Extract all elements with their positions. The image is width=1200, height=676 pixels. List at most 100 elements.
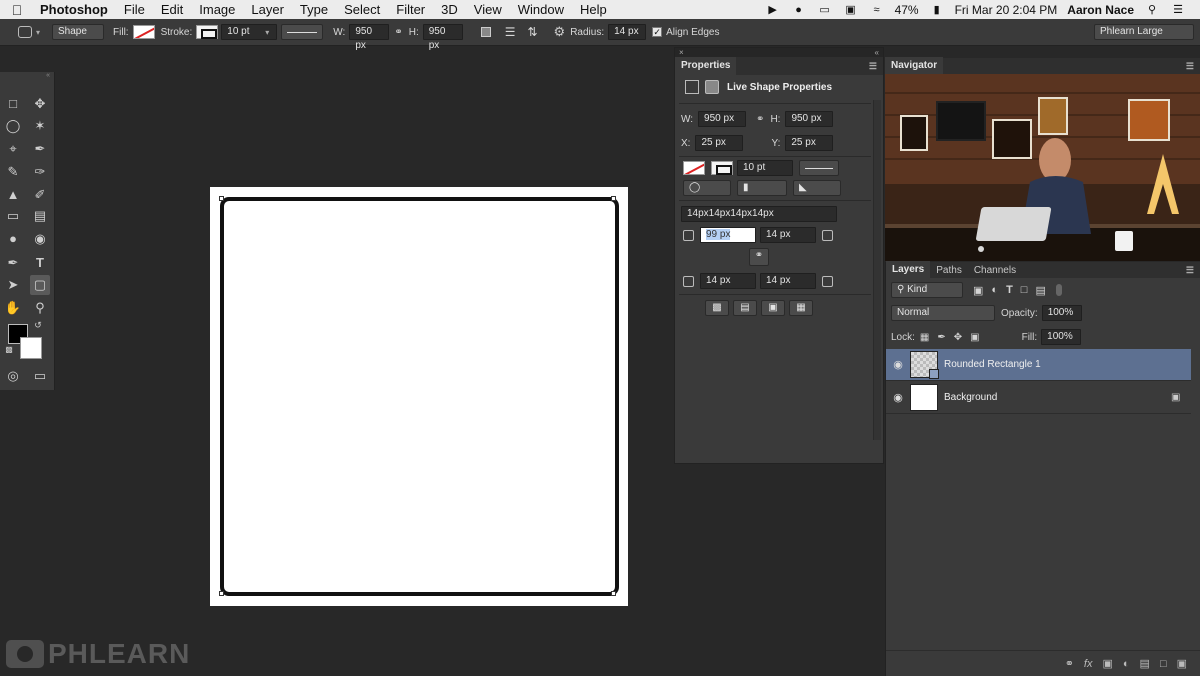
combine-shapes-icon[interactable]: ▩ [705, 300, 729, 316]
align-edges-checkbox[interactable]: ✓ [652, 27, 663, 37]
menu-filter[interactable]: Filter [388, 2, 433, 17]
shape-stroke-width-input[interactable]: 10 pt [737, 160, 793, 176]
filter-smart-object-icon[interactable]: ▤ [1035, 284, 1045, 297]
healing-brush-tool-icon[interactable]: ✎ [3, 162, 23, 182]
corner-radius-summary-input[interactable]: 14px14px14px14px [681, 206, 837, 222]
panel-menu-icon[interactable]: ☰ [869, 61, 883, 72]
default-colors-icon[interactable]: ▩ [3, 344, 15, 356]
lock-icon[interactable]: ▣ [1171, 392, 1191, 403]
battery-percent[interactable]: 47% [895, 3, 919, 17]
battery-icon[interactable]: ▮ [929, 4, 945, 16]
menu-layer[interactable]: Layer [243, 2, 292, 17]
eye-icon[interactable]: ◉ [886, 358, 910, 371]
history-brush-tool-icon[interactable]: ✐ [30, 185, 50, 205]
navigator-preview-image[interactable] [885, 74, 1200, 261]
rounded-rectangle-tool-icon[interactable] [18, 26, 32, 38]
menu-window[interactable]: Window [510, 2, 572, 17]
screen-mode-icon[interactable]: ▭ [30, 366, 50, 386]
menu-select[interactable]: Select [336, 2, 388, 17]
path-operations-icon[interactable] [480, 27, 491, 37]
menu-type[interactable]: Type [292, 2, 336, 17]
stroke-caps-select[interactable]: ▮ [737, 180, 787, 196]
exclude-shapes-icon[interactable]: ▦ [789, 300, 813, 316]
intersect-shapes-icon[interactable]: ▣ [761, 300, 785, 316]
eye-icon[interactable]: ◉ [886, 391, 910, 404]
tab-channels[interactable]: Channels [968, 265, 1022, 276]
delete-layer-icon[interactable]: ▣ [1177, 657, 1187, 670]
clone-stamp-tool-icon[interactable]: ▲ [3, 185, 23, 205]
layer-row-rounded-rectangle[interactable]: ◉ Rounded Rectangle 1 [886, 349, 1191, 381]
tab-properties[interactable]: Properties [675, 57, 737, 75]
anchor-point-bottom-left[interactable] [219, 591, 224, 596]
menu-app-photoshop[interactable]: Photoshop [34, 2, 116, 17]
rounded-rectangle-shape-tool-icon[interactable]: ▢ [30, 275, 50, 295]
notification-center-icon[interactable]: ☰ [1170, 4, 1186, 16]
mask-icon[interactable] [705, 80, 719, 94]
layer-filter-select[interactable]: ⚲ Kind [891, 282, 963, 298]
shape-height-input[interactable]: 950 px [785, 111, 834, 127]
marquee-tool-icon[interactable]: □ [3, 94, 23, 114]
wifi-icon[interactable]: ≈ [869, 4, 885, 16]
creative-cloud-icon[interactable]: ● [791, 4, 807, 16]
opacity-input[interactable]: 100% [1041, 305, 1082, 321]
apple-icon[interactable]:  [0, 2, 34, 18]
background-color-swatch[interactable] [20, 337, 42, 359]
tool-preset-dropdown-icon[interactable]: ▾ [36, 28, 40, 37]
tools-collapse-icon[interactable]: « [0, 72, 54, 82]
menu-image[interactable]: Image [191, 2, 243, 17]
lasso-tool-icon[interactable]: ◯ [3, 116, 23, 136]
layer-style-icon[interactable]: fx [1084, 658, 1093, 670]
filter-type-icon[interactable]: T [1006, 284, 1013, 296]
anchor-point-top-left[interactable] [219, 196, 224, 201]
link-size-icon[interactable]: ⚭ [756, 114, 764, 125]
shape-fill-swatch[interactable] [683, 161, 705, 175]
stroke-swatch[interactable] [196, 25, 219, 39]
magic-wand-tool-icon[interactable]: ✶ [30, 116, 50, 136]
menu-file[interactable]: File [116, 2, 153, 17]
eraser-tool-icon[interactable]: ▭ [3, 206, 23, 226]
link-layers-icon[interactable]: ⚭ [1065, 657, 1074, 670]
shape-y-input[interactable]: 25 px [785, 135, 834, 151]
path-selection-tool-icon[interactable]: ➤ [3, 275, 23, 295]
fill-input[interactable]: 100% [1041, 329, 1082, 345]
filter-adjustment-icon[interactable]: ◐ [991, 284, 998, 296]
stroke-corners-select[interactable]: ◣ [793, 180, 841, 196]
clock[interactable]: Fri Mar 20 2:04 PM [955, 3, 1058, 17]
menu-help[interactable]: Help [572, 2, 615, 17]
lock-position-icon[interactable]: ✥ [954, 332, 962, 343]
blur-tool-icon[interactable]: ● [3, 229, 23, 249]
shape-width-input[interactable]: 950 px [698, 111, 747, 127]
stroke-type-select[interactable] [281, 24, 324, 40]
new-group-icon[interactable]: ▤ [1140, 657, 1150, 670]
quick-mask-icon[interactable]: ◎ [3, 366, 23, 386]
fill-swatch[interactable] [132, 25, 155, 39]
gradient-tool-icon[interactable]: ▤ [30, 206, 50, 226]
hand-tool-icon[interactable]: ✋ [3, 298, 23, 318]
lock-pixels-icon[interactable]: ✒ [937, 332, 945, 343]
anchor-point-bottom-right[interactable] [611, 591, 616, 596]
shape-x-input[interactable]: 25 px [695, 135, 744, 151]
link-corners-icon[interactable]: ⚭ [749, 248, 769, 266]
new-layer-icon[interactable]: □ [1160, 658, 1167, 670]
collapse-panel-icon[interactable]: « [875, 48, 883, 57]
path-arrangement-icon[interactable]: ⇅ [527, 25, 537, 39]
rounded-rectangle-shape[interactable] [220, 197, 619, 596]
shape-transform-icon[interactable] [685, 80, 699, 94]
anchor-point-top-right[interactable] [611, 196, 616, 201]
swap-colors-icon[interactable]: ↺ [32, 319, 44, 331]
type-tool-icon[interactable]: T [30, 253, 50, 273]
width-input[interactable]: 950 px [349, 24, 390, 51]
move-tool-icon[interactable]: ✥ [30, 94, 50, 114]
spotlight-search-icon[interactable]: ⚲ [1144, 4, 1160, 16]
screen-mirror-icon[interactable]: ▣ [843, 4, 859, 16]
add-mask-icon[interactable]: ▣ [1102, 657, 1112, 670]
panel-menu-icon[interactable]: ☰ [1186, 265, 1200, 276]
stroke-width-dropdown-icon[interactable]: ▾ [265, 28, 269, 37]
subtract-shape-icon[interactable]: ▤ [733, 300, 757, 316]
path-alignment-icon[interactable]: ☰ [505, 25, 516, 39]
dodge-tool-icon[interactable]: ◉ [30, 229, 50, 249]
tab-navigator[interactable]: Navigator [885, 57, 944, 75]
menu-view[interactable]: View [466, 2, 510, 17]
blend-mode-select[interactable]: Normal [891, 305, 995, 321]
shape-stroke-swatch[interactable] [711, 161, 733, 175]
